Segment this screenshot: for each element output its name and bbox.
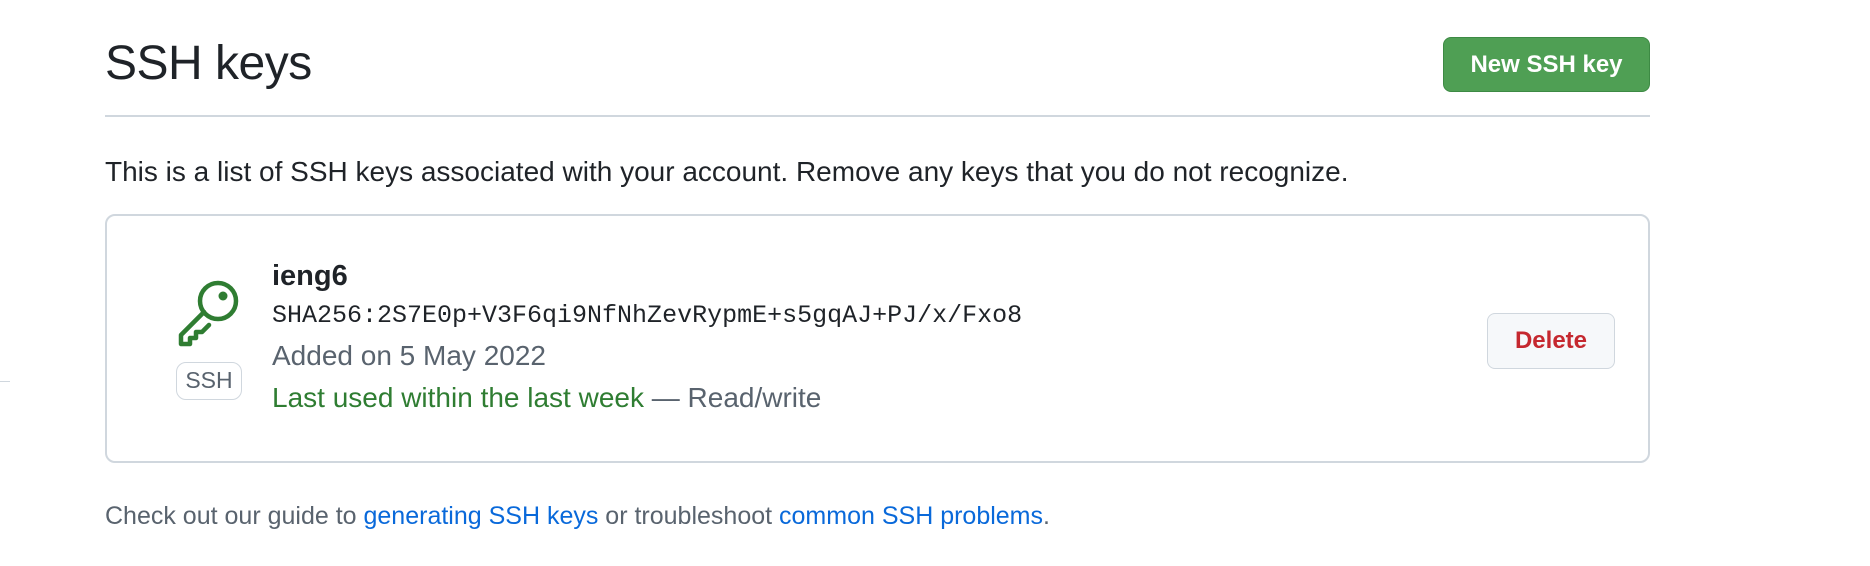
ssh-type-badge: SSH — [176, 362, 242, 400]
footer-prefix: Check out our guide to — [105, 502, 364, 530]
common-ssh-problems-link[interactable]: common SSH problems — [779, 502, 1043, 530]
ssh-key-item: SSH ieng6 SHA256:2S7E0p+V3F6qi9NfNhZevRy… — [105, 214, 1650, 463]
key-usage: Last used within the last week — Read/wr… — [272, 380, 1022, 416]
intro-text: This is a list of SSH keys associated wi… — [105, 156, 1349, 187]
key-last-used: Last used within the last week — [272, 382, 644, 413]
new-ssh-key-button[interactable]: New SSH key — [1443, 37, 1650, 92]
key-access-level: — Read/write — [643, 382, 822, 413]
window-edge-divider — [0, 381, 10, 382]
generating-ssh-keys-link[interactable]: generating SSH keys — [364, 502, 599, 530]
ssh-keys-page: SSH keys New SSH key This is a list of S… — [0, 0, 1870, 566]
key-details: ieng6 SHA256:2S7E0p+V3F6qi9NfNhZevRypmE+… — [272, 258, 1022, 416]
help-footer: Check out our guide to generating SSH ke… — [105, 500, 1050, 532]
key-added-date: Added on 5 May 2022 — [272, 340, 546, 371]
key-fingerprint: SHA256:2S7E0p+V3F6qi9NfNhZevRypmE+s5gqAJ… — [272, 301, 1023, 330]
key-title: ieng6 — [272, 260, 348, 292]
key-icon-column: SSH — [169, 276, 249, 416]
footer-middle: or troubleshoot — [598, 502, 780, 530]
delete-key-button[interactable]: Delete — [1487, 313, 1615, 369]
page-header: SSH keys New SSH key — [105, 30, 1650, 117]
footer-suffix: . — [1043, 502, 1050, 530]
page-title: SSH keys — [105, 37, 312, 90]
key-icon — [178, 280, 239, 347]
